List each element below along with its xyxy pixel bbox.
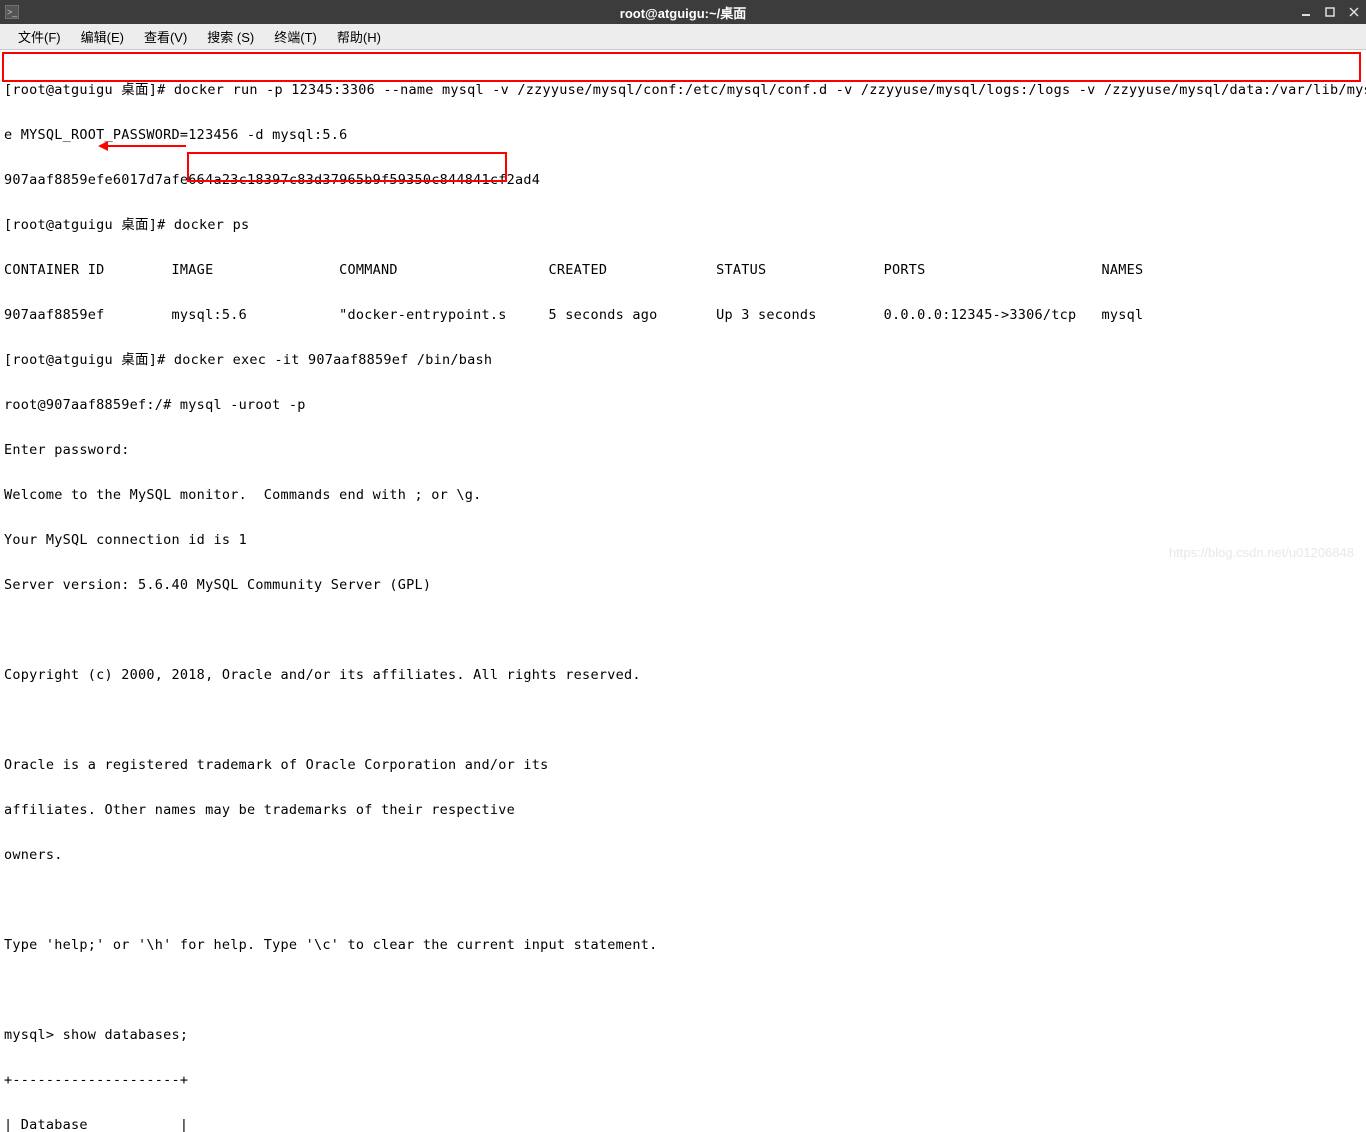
- terminal-line: [4, 623, 1362, 638]
- terminal-line: mysql> show databases;: [4, 1028, 1362, 1043]
- terminal-line: Server version: 5.6.40 MySQL Community S…: [4, 578, 1362, 593]
- terminal-line: affiliates. Other names may be trademark…: [4, 803, 1362, 818]
- svg-text:>_: >_: [7, 7, 18, 17]
- terminal-line: [root@atguigu 桌面]# docker run -p 12345:3…: [4, 83, 1362, 98]
- terminal-line: 907aaf8859ef mysql:5.6 "docker-entrypoin…: [4, 308, 1362, 323]
- terminal-line: [root@atguigu 桌面]# docker ps: [4, 218, 1362, 233]
- terminal-line: Copyright (c) 2000, 2018, Oracle and/or …: [4, 668, 1362, 683]
- titlebar: >_ root@atguigu:~/桌面: [0, 0, 1366, 24]
- terminal-line: Welcome to the MySQL monitor. Commands e…: [4, 488, 1362, 503]
- terminal-line: [root@atguigu 桌面]# docker exec -it 907aa…: [4, 353, 1362, 368]
- minimize-button[interactable]: [1298, 4, 1314, 20]
- menu-view[interactable]: 查看(V): [134, 24, 197, 49]
- menu-file[interactable]: 文件(F): [8, 24, 71, 49]
- terminal-line: CONTAINER ID IMAGE COMMAND CREATED STATU…: [4, 263, 1362, 278]
- menubar: 文件(F) 编辑(E) 查看(V) 搜索 (S) 终端(T) 帮助(H): [0, 24, 1366, 50]
- close-button[interactable]: [1346, 4, 1362, 20]
- terminal-line: owners.: [4, 848, 1362, 863]
- menu-search[interactable]: 搜索 (S): [197, 24, 264, 49]
- terminal-line: [4, 893, 1362, 908]
- terminal-icon: >_: [0, 0, 24, 24]
- terminal-line: [4, 983, 1362, 998]
- terminal-line: +--------------------+: [4, 1073, 1362, 1088]
- terminal-line: Your MySQL connection id is 1: [4, 533, 1362, 548]
- terminal-line: root@907aaf8859ef:/# mysql -uroot -p: [4, 398, 1362, 413]
- menu-help[interactable]: 帮助(H): [327, 24, 391, 49]
- terminal-output[interactable]: [root@atguigu 桌面]# docker run -p 12345:3…: [0, 50, 1366, 1132]
- window-title: root@atguigu:~/桌面: [620, 3, 746, 22]
- terminal-line: [4, 713, 1362, 728]
- terminal-line: Oracle is a registered trademark of Orac…: [4, 758, 1362, 773]
- menu-edit[interactable]: 编辑(E): [71, 24, 134, 49]
- terminal-line: 907aaf8859efe6017d7afe664a23c18397c83d37…: [4, 173, 1362, 188]
- terminal-line: e MYSQL_ROOT_PASSWORD=123456 -d mysql:5.…: [4, 128, 1362, 143]
- terminal-line: Type 'help;' or '\h' for help. Type '\c'…: [4, 938, 1362, 953]
- terminal-line: | Database |: [4, 1118, 1362, 1132]
- window-controls: [1298, 4, 1362, 20]
- menu-terminal[interactable]: 终端(T): [264, 24, 327, 49]
- terminal-line: Enter password:: [4, 443, 1362, 458]
- maximize-button[interactable]: [1322, 4, 1338, 20]
